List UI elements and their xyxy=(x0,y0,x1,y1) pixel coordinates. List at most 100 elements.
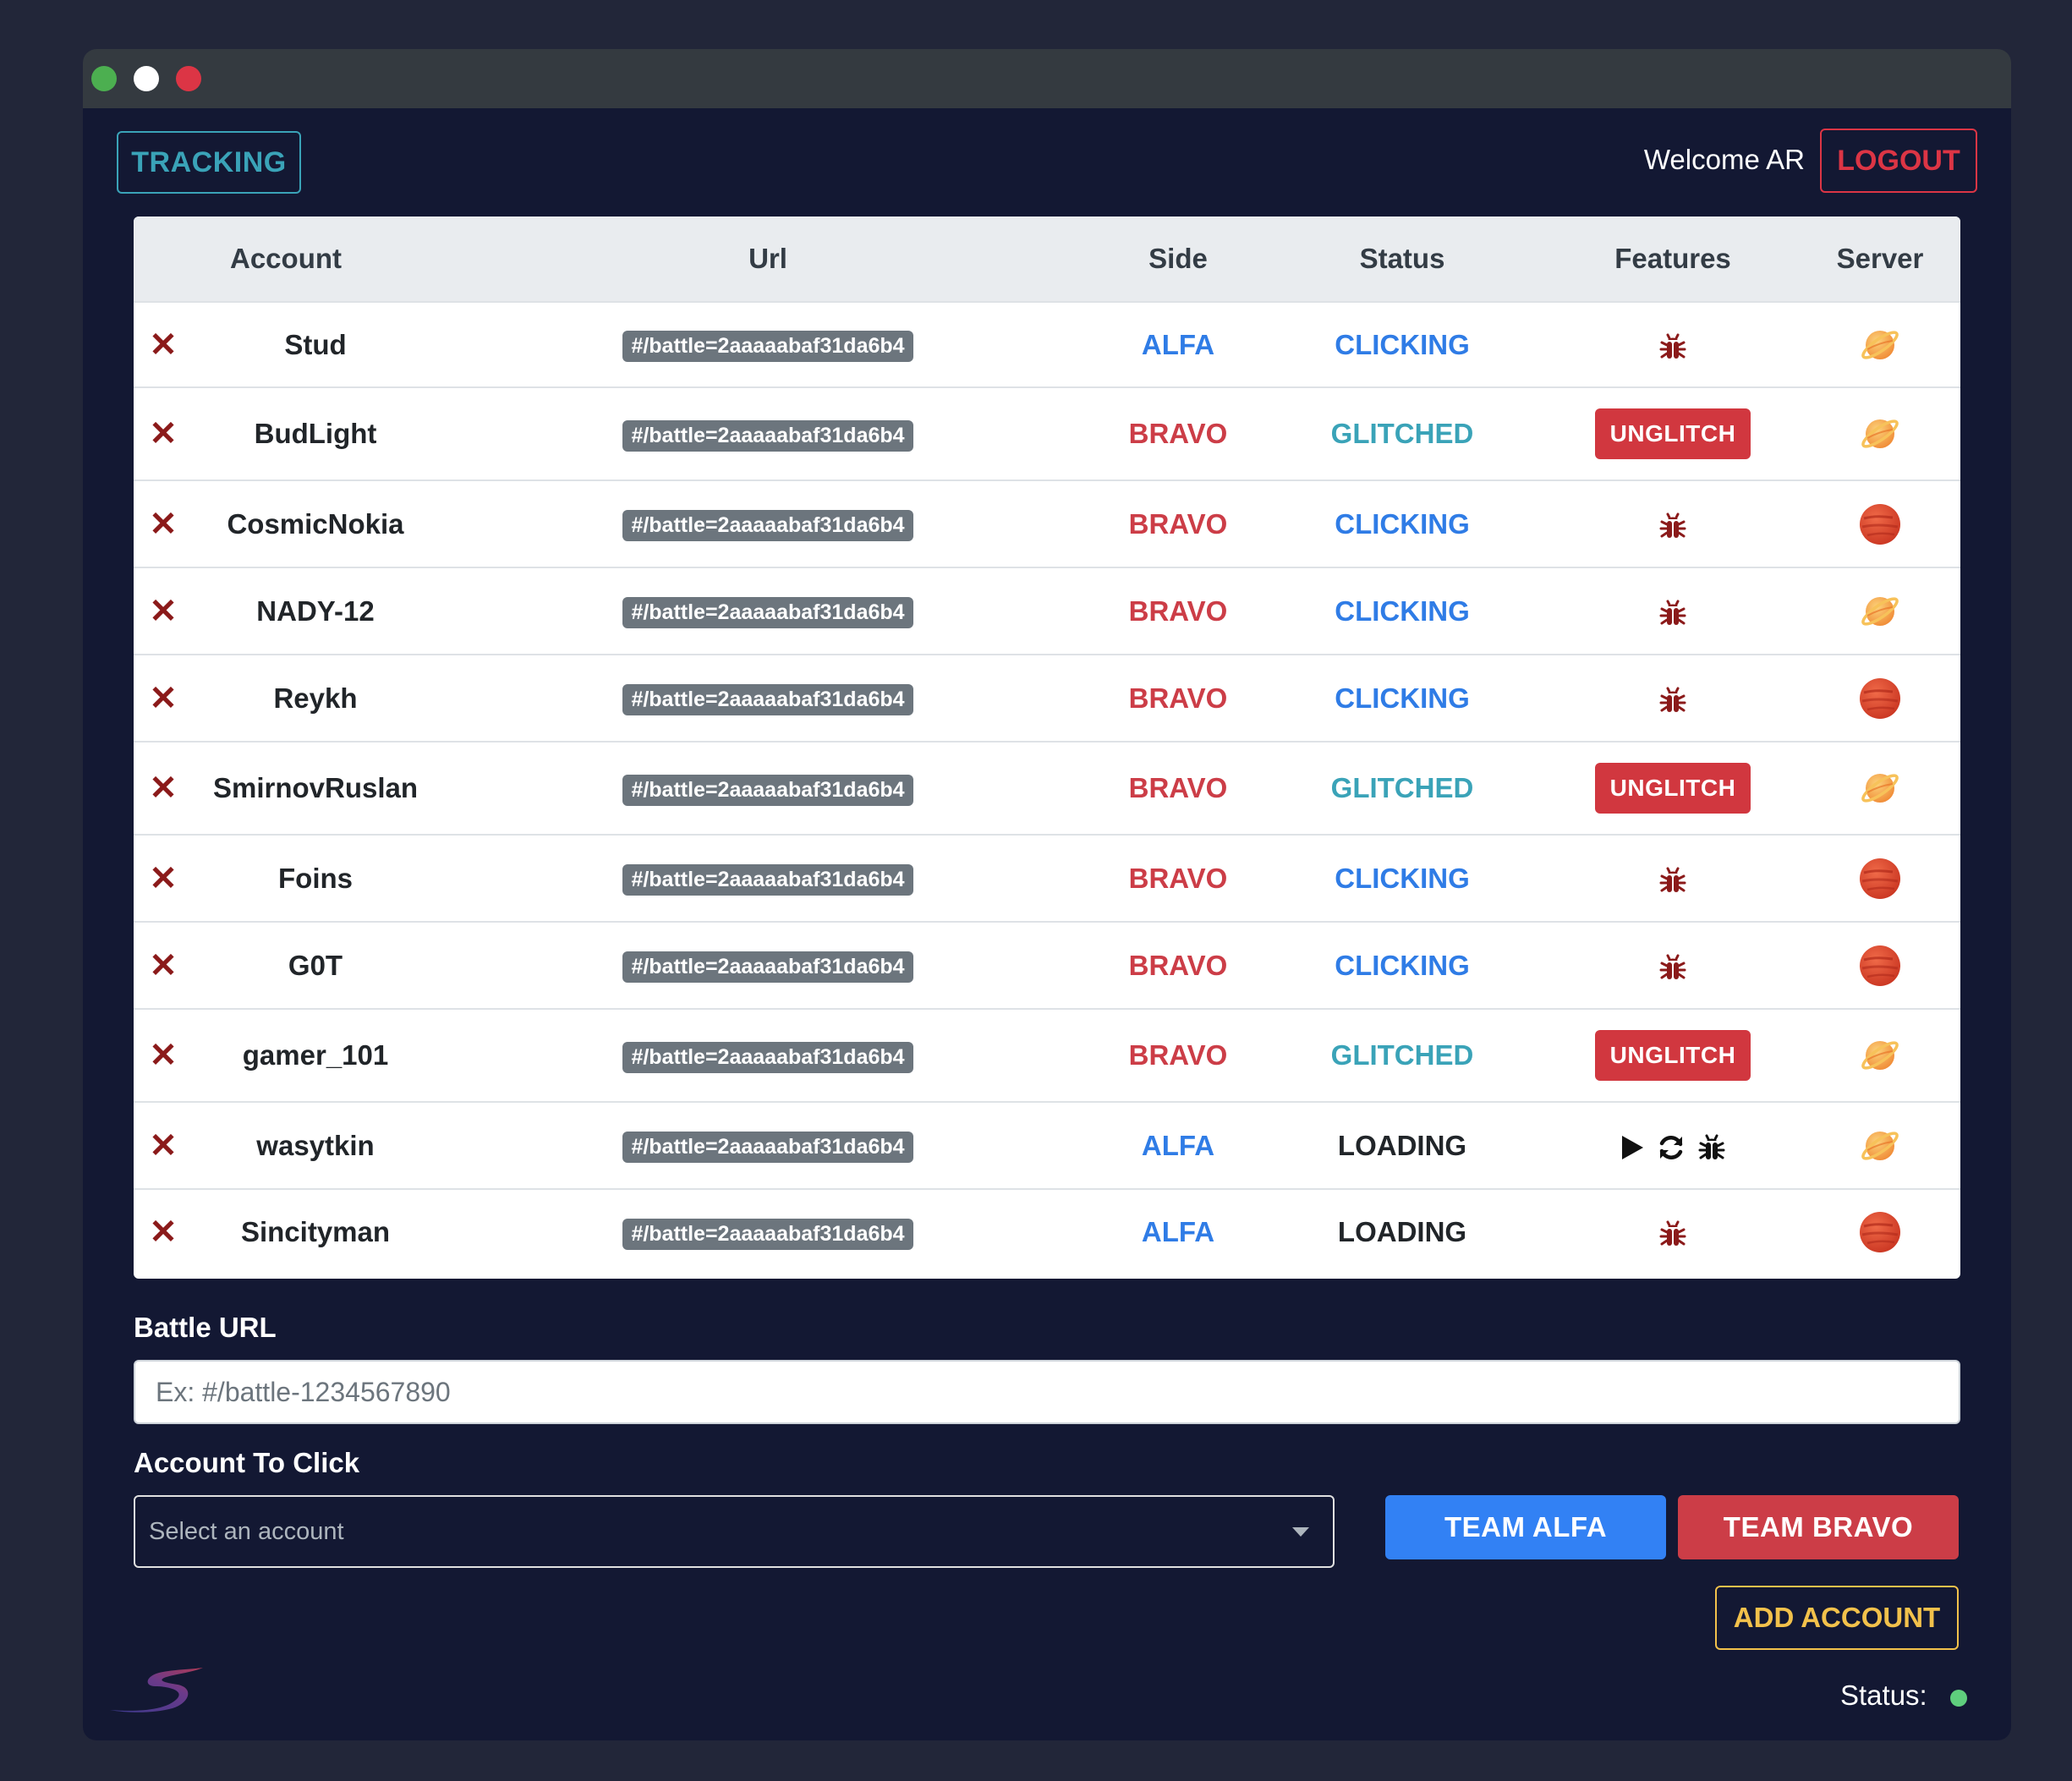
features-cell: UNGLITCH xyxy=(1546,1009,1800,1102)
table-header-row: Account Url Side Status Features Server xyxy=(134,216,1960,302)
add-account-button[interactable]: ADD ACCOUNT xyxy=(1715,1586,1959,1650)
saturn-server-icon xyxy=(1859,593,1901,626)
server-cell xyxy=(1800,1102,1960,1189)
account-name: G0T xyxy=(288,949,343,981)
account-name: Stud xyxy=(284,328,347,360)
side-value: BRAVO xyxy=(1128,1039,1228,1071)
app-logo-icon xyxy=(110,1668,203,1712)
window-titlebar xyxy=(83,49,2011,108)
bug-icon[interactable] xyxy=(1658,507,1687,539)
delete-account-icon[interactable]: ✕ xyxy=(149,326,178,364)
delete-account-icon[interactable]: ✕ xyxy=(149,593,178,630)
window-close-button[interactable] xyxy=(176,66,201,91)
column-header-account: Account xyxy=(230,243,342,274)
battle-url-badge: #/battle=2aaaaabaf31da6b4 xyxy=(622,510,913,541)
side-value: BRAVO xyxy=(1128,682,1228,714)
bug-icon[interactable] xyxy=(1658,1216,1687,1247)
saturn-server-icon xyxy=(1859,1127,1901,1160)
delete-account-icon[interactable]: ✕ xyxy=(149,947,178,984)
table-row: ✕ CosmicNokia #/battle=2aaaaabaf31da6b4 BRA… xyxy=(134,480,1960,567)
battle-url-badge: #/battle=2aaaaabaf31da6b4 xyxy=(622,774,913,806)
unglitch-button[interactable]: UNGLITCH xyxy=(1594,1030,1751,1081)
bug-icon[interactable] xyxy=(1658,595,1687,626)
team-alfa-button[interactable]: TEAM ALFA xyxy=(1385,1495,1666,1559)
server-cell xyxy=(1800,922,1960,1009)
delete-account-icon[interactable]: ✕ xyxy=(149,1127,178,1164)
bug-icon[interactable] xyxy=(1658,862,1687,893)
features-cell xyxy=(1546,480,1800,567)
window-maximize-button[interactable] xyxy=(91,66,117,91)
side-value: BRAVO xyxy=(1128,507,1228,540)
status-value: CLICKING xyxy=(1335,507,1470,540)
battle-url-badge: #/battle=2aaaaabaf31da6b4 xyxy=(622,951,913,983)
account-name: gamer_101 xyxy=(242,1039,389,1071)
column-header-side: Side xyxy=(1148,243,1208,274)
battle-url-input[interactable] xyxy=(134,1360,1960,1424)
table-row: ✕ NADY-12 #/battle=2aaaaabaf31da6b4 BRAVO CL… xyxy=(134,567,1960,655)
status-value: CLICKING xyxy=(1335,862,1470,894)
status-value: CLICKING xyxy=(1335,949,1470,981)
delete-account-icon[interactable]: ✕ xyxy=(149,415,178,452)
account-select[interactable]: Select an account xyxy=(134,1495,1335,1568)
status-indicator-dot xyxy=(1950,1690,1967,1707)
column-header-features: Features xyxy=(1614,243,1731,274)
battle-url-badge: #/battle=2aaaaabaf31da6b4 xyxy=(622,1218,913,1250)
account-name: CosmicNokia xyxy=(227,507,404,540)
app-window: TRACKING Welcome AR LOGOUT Account Url S… xyxy=(83,49,2011,1740)
status-value: GLITCHED xyxy=(1330,1039,1474,1071)
saturn-server-icon xyxy=(1859,770,1901,803)
unglitch-button[interactable]: UNGLITCH xyxy=(1594,763,1751,814)
server-cell xyxy=(1800,742,1960,835)
red-planet-server-icon xyxy=(1859,858,1901,899)
delete-account-icon[interactable]: ✕ xyxy=(149,860,178,897)
battle-url-badge: #/battle=2aaaaabaf31da6b4 xyxy=(622,1132,913,1163)
table-row: ✕ wasytkin #/battle=2aaaaabaf31da6b4 ALFA LO… xyxy=(134,1102,1960,1189)
bug-icon[interactable] xyxy=(1658,949,1687,980)
unglitch-button[interactable]: UNGLITCH xyxy=(1594,408,1751,459)
table-row: ✕ Foins #/battle=2aaaaabaf31da6b4 BRAVO CLIC… xyxy=(134,835,1960,922)
account-name: BudLight xyxy=(254,418,377,449)
accounts-table-card: Account Url Side Status Features Server … xyxy=(134,216,1960,1279)
column-header-url: Url xyxy=(748,243,787,274)
server-cell xyxy=(1800,387,1960,480)
battle-url-label: Battle URL xyxy=(134,1312,277,1343)
table-row: ✕ Sincityman #/battle=2aaaaabaf31da6b4 ALFA… xyxy=(134,1189,1960,1274)
server-cell xyxy=(1800,480,1960,567)
features-cell xyxy=(1546,567,1800,655)
status-value: GLITCHED xyxy=(1330,772,1474,803)
delete-account-icon[interactable]: ✕ xyxy=(149,1214,178,1251)
side-value: ALFA xyxy=(1141,328,1215,360)
account-select-value: Select an account xyxy=(149,1517,344,1545)
saturn-server-icon xyxy=(1859,326,1901,359)
table-row: ✕ Reykh #/battle=2aaaaabaf31da6b4 BRAVO CLIC… xyxy=(134,655,1960,742)
server-cell xyxy=(1800,302,1960,387)
table-row: ✕ Stud #/battle=2aaaaabaf31da6b4 ALFA CLICKI… xyxy=(134,302,1960,387)
bug-icon[interactable] xyxy=(1658,328,1687,359)
delete-account-icon[interactable]: ✕ xyxy=(149,1037,178,1074)
tracking-button[interactable]: TRACKING xyxy=(117,131,301,194)
delete-account-icon[interactable]: ✕ xyxy=(149,680,178,717)
refresh-icon[interactable] xyxy=(1657,1129,1686,1161)
play-icon[interactable] xyxy=(1620,1130,1645,1162)
account-to-click-label: Account To Click xyxy=(134,1447,360,1478)
server-cell xyxy=(1800,1009,1960,1102)
saturn-server-icon xyxy=(1859,416,1901,448)
side-value: BRAVO xyxy=(1128,418,1228,449)
battle-url-badge: #/battle=2aaaaabaf31da6b4 xyxy=(622,684,913,715)
logout-button[interactable]: LOGOUT xyxy=(1820,129,1977,193)
team-bravo-button[interactable]: TEAM BRAVO xyxy=(1678,1495,1959,1559)
red-planet-server-icon xyxy=(1859,677,1901,719)
column-header-status: Status xyxy=(1359,243,1445,274)
delete-account-icon[interactable]: ✕ xyxy=(149,506,178,543)
account-name: Sincityman xyxy=(240,1216,391,1247)
delete-account-icon[interactable]: ✕ xyxy=(149,770,178,807)
side-value: BRAVO xyxy=(1128,862,1228,894)
welcome-text: Welcome AR xyxy=(1643,144,1805,175)
status-label: Status: xyxy=(1840,1680,1927,1711)
battle-url-badge: #/battle=2aaaaabaf31da6b4 xyxy=(622,597,913,628)
bug-icon[interactable] xyxy=(1697,1129,1726,1161)
saturn-server-icon xyxy=(1859,1038,1901,1070)
table-row: ✕ G0T #/battle=2aaaaabaf31da6b4 BRAVO CLICKI… xyxy=(134,922,1960,1009)
window-minimize-button[interactable] xyxy=(134,66,159,91)
bug-icon[interactable] xyxy=(1658,682,1687,713)
